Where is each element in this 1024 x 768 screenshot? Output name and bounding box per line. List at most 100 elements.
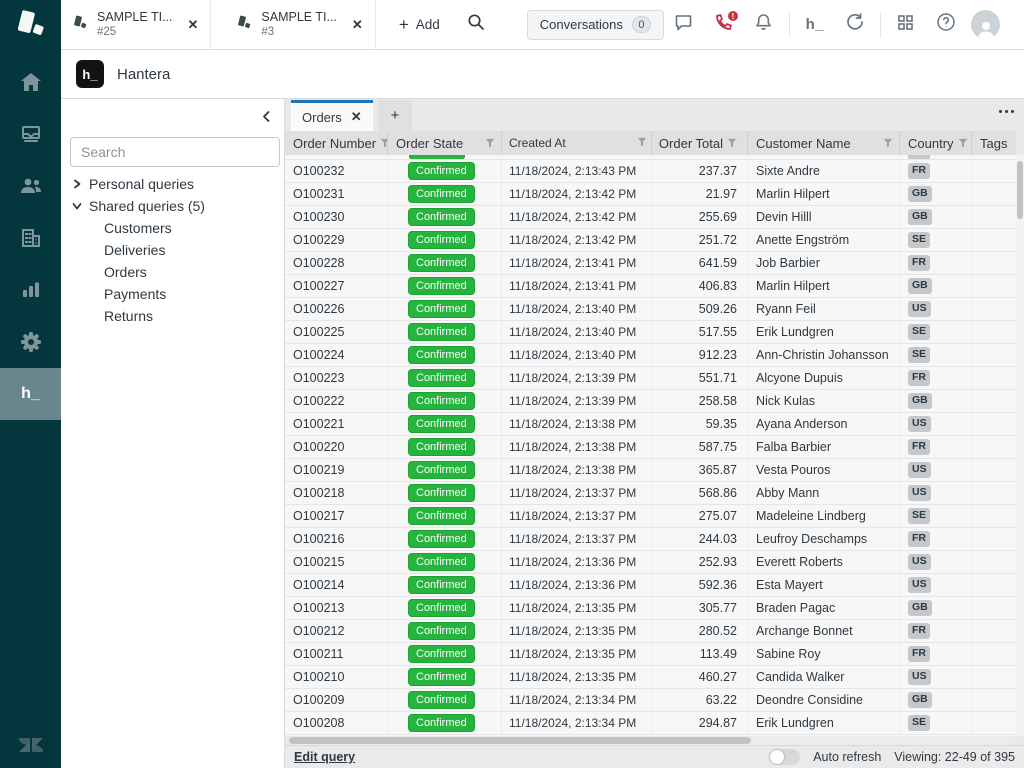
sidebar-item-reporting[interactable] bbox=[0, 264, 61, 316]
shared-query-item[interactable]: Payments bbox=[61, 283, 284, 305]
cell-order-total: 641.59 bbox=[652, 252, 748, 274]
table-row[interactable]: O100224 Confirmed 11/18/2024, 2:13:40 PM… bbox=[285, 344, 1016, 367]
horizontal-scrollbar-thumb[interactable] bbox=[289, 737, 751, 744]
table-row[interactable]: O100217 Confirmed 11/18/2024, 2:13:37 PM… bbox=[285, 505, 1016, 528]
filter-funnel-icon[interactable] bbox=[380, 136, 388, 151]
add-button[interactable]: + Add bbox=[384, 0, 455, 49]
conversations-button[interactable]: Conversations 0 bbox=[527, 10, 664, 40]
cell-customer-name: Falba Barbier bbox=[748, 436, 900, 458]
new-view-tab-button[interactable]: + bbox=[378, 100, 412, 131]
filter-funnel-icon[interactable] bbox=[727, 136, 737, 151]
cell-created-at: 11/18/2024, 2:13:42 PM bbox=[502, 206, 652, 228]
sidebar-item-organizations[interactable] bbox=[0, 212, 61, 264]
refresh-button[interactable] bbox=[835, 0, 875, 50]
table-row[interactable]: O100220 Confirmed 11/18/2024, 2:13:38 PM… bbox=[285, 436, 1016, 459]
hantera-shortcut-button[interactable]: h_ bbox=[795, 0, 835, 50]
filter-funnel-icon[interactable] bbox=[637, 136, 647, 150]
collapse-panel-button[interactable] bbox=[258, 108, 275, 130]
column-header[interactable]: Tags bbox=[972, 131, 1016, 155]
table-row[interactable]: O100211 Confirmed 11/18/2024, 2:13:35 PM… bbox=[285, 643, 1016, 666]
cell-order-number: O100214 bbox=[285, 574, 388, 596]
cell-order-number: O100223 bbox=[285, 367, 388, 389]
vertical-scrollbar-thumb[interactable] bbox=[1017, 161, 1023, 219]
table-row[interactable]: O100213 Confirmed 11/18/2024, 2:13:35 PM… bbox=[285, 597, 1016, 620]
profile-button[interactable] bbox=[966, 0, 1006, 50]
table-row[interactable]: O100226 Confirmed 11/18/2024, 2:13:40 PM… bbox=[285, 298, 1016, 321]
sidebar-item-hantera-app[interactable]: h_ bbox=[0, 368, 61, 420]
table-row[interactable]: O100212 Confirmed 11/18/2024, 2:13:35 PM… bbox=[285, 620, 1016, 643]
table-row[interactable]: O100210 Confirmed 11/18/2024, 2:13:35 PM… bbox=[285, 666, 1016, 689]
column-header[interactable]: Created At bbox=[502, 131, 652, 155]
search-input[interactable] bbox=[70, 137, 280, 167]
sidebar-item-views[interactable] bbox=[0, 108, 61, 160]
cell-order-number: O100231 bbox=[285, 183, 388, 205]
gear-icon bbox=[20, 331, 42, 353]
search-button[interactable] bbox=[455, 0, 497, 49]
cell-order-number: O100209 bbox=[285, 689, 388, 711]
edit-query-link[interactable]: Edit query bbox=[294, 750, 355, 764]
column-header[interactable]: Customer Name bbox=[748, 131, 900, 155]
cell-tags bbox=[972, 275, 1016, 297]
close-view-tab-icon[interactable]: ✕ bbox=[351, 109, 362, 125]
table-row[interactable]: O100221 Confirmed 11/18/2024, 2:13:38 PM… bbox=[285, 413, 1016, 436]
close-tab-icon[interactable]: ✕ bbox=[182, 13, 205, 37]
ticket-tab-2[interactable]: SAMPLE TI... #3 ✕ bbox=[211, 0, 375, 49]
chat-button[interactable] bbox=[664, 0, 704, 50]
cell-order-state: Confirmed bbox=[388, 413, 502, 435]
table-row[interactable]: O100230 Confirmed 11/18/2024, 2:13:42 PM… bbox=[285, 206, 1016, 229]
table-row[interactable]: O100231 Confirmed 11/18/2024, 2:13:42 PM… bbox=[285, 183, 1016, 206]
table-row[interactable]: O100229 Confirmed 11/18/2024, 2:13:42 PM… bbox=[285, 229, 1016, 252]
column-header[interactable]: Order State bbox=[388, 131, 502, 155]
shared-query-item[interactable]: Returns bbox=[61, 305, 284, 327]
table-row[interactable]: O100218 Confirmed 11/18/2024, 2:13:37 PM… bbox=[285, 482, 1016, 505]
sidebar-item-admin[interactable] bbox=[0, 316, 61, 368]
column-header[interactable]: Country bbox=[900, 131, 972, 155]
filter-funnel-icon[interactable] bbox=[883, 136, 893, 151]
cell-created-at: 11/18/2024, 2:13:37 PM bbox=[502, 482, 652, 504]
sidebar-item-home[interactable] bbox=[0, 56, 61, 108]
table-row[interactable]: O100219 Confirmed 11/18/2024, 2:13:38 PM… bbox=[285, 459, 1016, 482]
add-button-label: Add bbox=[416, 17, 440, 32]
table-row[interactable]: O100208 Confirmed 11/18/2024, 2:13:34 PM… bbox=[285, 712, 1016, 735]
phone-button[interactable]: ! bbox=[704, 0, 744, 50]
shared-query-item[interactable]: Customers bbox=[61, 217, 284, 239]
filter-funnel-icon[interactable] bbox=[485, 136, 495, 151]
column-header[interactable]: Order Total bbox=[652, 131, 748, 155]
vertical-scrollbar[interactable] bbox=[1016, 155, 1024, 736]
table-row[interactable]: O100209 Confirmed 11/18/2024, 2:13:34 PM… bbox=[285, 689, 1016, 712]
table-row[interactable]: O100225 Confirmed 11/18/2024, 2:13:40 PM… bbox=[285, 321, 1016, 344]
table-row[interactable]: O100228 Confirmed 11/18/2024, 2:13:41 PM… bbox=[285, 252, 1016, 275]
view-options-menu-icon[interactable] bbox=[997, 102, 1016, 121]
table-row[interactable]: O100216 Confirmed 11/18/2024, 2:13:37 PM… bbox=[285, 528, 1016, 551]
table-row[interactable]: O100222 Confirmed 11/18/2024, 2:13:39 PM… bbox=[285, 390, 1016, 413]
cell-order-total: 551.71 bbox=[652, 367, 748, 389]
table-row[interactable]: O100232 Confirmed 11/18/2024, 2:13:43 PM… bbox=[285, 160, 1016, 183]
cell-order-number: O100210 bbox=[285, 666, 388, 688]
column-header[interactable]: Order Number bbox=[285, 131, 388, 155]
personal-queries-node[interactable]: Personal queries bbox=[61, 173, 284, 195]
cell-order-number: O100221 bbox=[285, 413, 388, 435]
table-row[interactable]: O100223 Confirmed 11/18/2024, 2:13:39 PM… bbox=[285, 367, 1016, 390]
apps-button[interactable] bbox=[886, 0, 926, 50]
cell-tags bbox=[972, 482, 1016, 504]
country-badge: US bbox=[908, 554, 931, 570]
view-tab-orders[interactable]: Orders ✕ bbox=[291, 100, 373, 131]
notifications-button[interactable] bbox=[744, 0, 784, 50]
table-row[interactable]: O100227 Confirmed 11/18/2024, 2:13:41 PM… bbox=[285, 275, 1016, 298]
sidebar-item-customers[interactable] bbox=[0, 160, 61, 212]
filter-funnel-icon[interactable] bbox=[958, 136, 968, 151]
help-button[interactable] bbox=[926, 0, 966, 50]
cell-order-state: Confirmed bbox=[388, 505, 502, 527]
shared-queries-node[interactable]: Shared queries (5) bbox=[61, 195, 284, 217]
cell-created-at: 11/18/2024, 2:13:35 PM bbox=[502, 643, 652, 665]
horizontal-scrollbar[interactable] bbox=[288, 736, 1016, 745]
shared-query-item[interactable]: Orders bbox=[61, 261, 284, 283]
ticket-tab-1[interactable]: SAMPLE TI... #25 ✕ bbox=[61, 0, 211, 49]
table-row[interactable]: O100214 Confirmed 11/18/2024, 2:13:36 PM… bbox=[285, 574, 1016, 597]
shared-query-item[interactable]: Deliveries bbox=[61, 239, 284, 261]
close-tab-icon[interactable]: ✕ bbox=[346, 13, 369, 37]
table-row[interactable]: O100215 Confirmed 11/18/2024, 2:13:36 PM… bbox=[285, 551, 1016, 574]
country-badge: FR bbox=[908, 255, 930, 271]
auto-refresh-toggle[interactable] bbox=[769, 749, 800, 765]
avatar bbox=[971, 10, 1000, 39]
